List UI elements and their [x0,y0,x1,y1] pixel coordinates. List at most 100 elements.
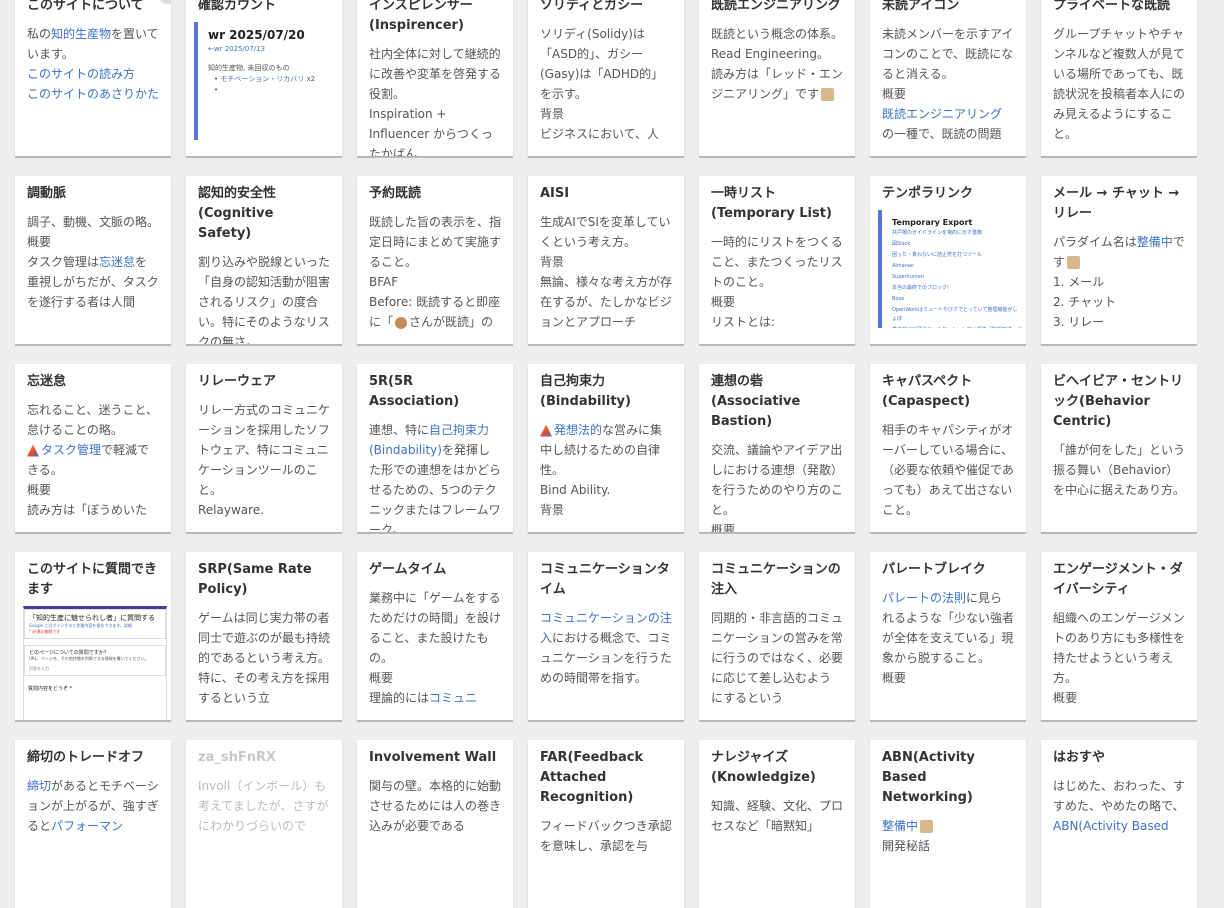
inline-link[interactable]: このサイトの読み方 [27,67,135,81]
excerpt-line: 既読という概念の体系。 [711,24,843,44]
excerpt-line: Read Engineering。 [711,44,843,64]
excerpt-text: 3. リレー [1053,315,1105,329]
page-card[interactable]: Involvement Wall 関与の壁。本格的に始動させるためには人の巻き込み… [357,740,513,908]
excerpt-text: 背景 [540,255,565,269]
page-card[interactable]: インスピレンサー(Inspirencer) 社内全体に対して継続的に改善や変革を啓… [357,0,513,156]
inline-link[interactable]: 既読エンジニアリング [882,107,1002,121]
page-card[interactable]: 自己拘束力(Bindability) 発想法的な営みに集中し続けるための自律性。 B… [528,364,684,532]
inline-link[interactable]: パレートの法則 [882,591,966,605]
page-card[interactable]: za_shFnRX Involl（インボール）も考えてましたが、さすがにわかりづら… [186,740,342,908]
card-excerpt: リレー方式のコミュニケーションを採用したソフトウェア、特にコミュニケーションツー… [186,392,342,520]
excerpt-line: グループチャットやチャンネルなど複数人が見ている場所であっても、既読状況を投稿者… [1053,24,1185,144]
inline-link[interactable]: 発想法的 [554,423,602,437]
idea-triangle-icon [27,444,39,457]
excerpt-line: 関与の壁。本格的に始動させるためには人の巻き込みが必要である [369,776,501,836]
page-card[interactable]: FAR(Feedback Attached Recognition) フィードバッ… [528,740,684,908]
page-card[interactable]: コミュニケーションタイム コミュニケーションの注入における概念で、コミュニケーショ… [528,552,684,720]
card-excerpt: 「誰が何をした」という振る舞い（Behavior）を中心に据えたあり方。 [1041,432,1197,500]
page-card[interactable]: ビヘイビア・セントリック(Behavior Centric) 「誰が何をした」とい… [1041,364,1197,532]
excerpt-line: 「誰が何をした」という振る舞い（Behavior）を中心に据えたあり方。 [1053,440,1185,500]
page-card[interactable]: 認知的安全性(Cognitive Safety) 割り込みや脱線といった「自身の認… [186,176,342,344]
card-title: コミュニケーションの注入 [711,562,841,597]
excerpt-text: ゲームは同じ実力帯の者同士で遊ぶのが最も持続的であるという考え方。特に、その考え… [198,611,331,705]
inline-link[interactable]: このサイトのあさりかた [27,87,159,101]
page-card[interactable]: パレートブレイク パレートの法則に見られるような「少ない強者が全体を支えている」現… [870,552,1026,720]
card-excerpt: 発想法的な営みに集中し続けるための自律性。 Bind Ability. 背景 [528,412,684,520]
excerpt-text: 「誰が何をした」という振る舞い（Behavior）を中心に据えたあり方。 [1053,443,1186,497]
inline-link[interactable]: 忘迷怠 [99,255,135,269]
page-card[interactable]: 調動脈 調子、動機、文脈の略。 概要 タスク管理は忘迷怠を重視しがちだが、タスクを遂行… [15,176,171,344]
card-title: キャパスペクト(Capaspect) [882,374,973,409]
excerpt-line: BFAF [369,272,501,292]
excerpt-text: Involl（インボール）も考えてましたが、さすがにわかりづらいので [198,779,329,833]
page-card[interactable]: テンポラリンク Temporary Export 共戸場のガイドラインを場的に示す書… [870,176,1026,344]
page-card[interactable]: 確認カウント wr 2025/07/20 ←wr 2025/07/13 知的生産物, … [186,0,342,156]
excerpt-text: 無論、様々な考え方が存在するが、たしかなビジョンとアプローチ [540,275,673,329]
page-card[interactable]: ゲームタイム 業務中に「ゲームをするためだけの時間」を設けること、また設けたもの。… [357,552,513,720]
card-title: 未読アイコン [882,0,960,13]
page-card[interactable]: ソリディとガシー ソリディ(Solidy)は「ASD的」、ガシー(Gasy)は「A… [528,0,684,156]
inline-link[interactable]: 締切 [27,779,51,793]
card-excerpt: ゲームは同じ実力帯の者同士で遊ぶのが最も持続的であるという考え方。特に、その考え… [186,600,342,708]
excerpt-text: 概要 [711,523,736,532]
inline-link[interactable]: 整備中 [1137,235,1173,249]
page-card[interactable]: キャパスペクト(Capaspect) 相手のキャパシティがオーバーしている場合に、… [870,364,1026,532]
form-required: * 必須の質問です [29,629,61,634]
page-card[interactable]: リレーウェア リレー方式のコミュニケーションを採用したソフトウェア、特にコミュニケ… [186,364,342,532]
card-excerpt: 業務中に「ゲームをするためだけの時間」を設けること、また設けたもの。 概要 理論的に… [357,580,513,708]
page-card[interactable]: ナレジャイズ(Knowledgize) 知識、経験、文化、プロセスなど「暗黙知」 [699,740,855,908]
card-excerpt: パレートの法則に見られるような「少ない強者が全体を支えている」現象から脱すること… [870,580,1026,688]
page-card[interactable]: ABN(Activity Based Networking) 整備中 開発秘話 [870,740,1026,908]
excerpt-line: 交流、議論やアイデア出しにおける連想（発散）を行うためのやり方のこと。 [711,440,843,520]
thumbnail-link: 基本的に口頭コミュニケーションでは報告「既報収送」が [878,324,1022,328]
excerpt-line: タスク管理は忘迷怠を重視しがちだが、タスクを遂行する者は人間 [27,252,159,312]
excerpt-line: 業務中に「ゲームをするためだけの時間」を設けること、また設けたもの。 [369,588,501,668]
page-card[interactable]: 連想の砦(Associative Bastion) 交流、議論やアイデア出しにおけ… [699,364,855,532]
page-card[interactable]: エンゲージメント・ダイバーシティ 組織へのエンゲージメントのあり方にも多様性を持た… [1041,552,1197,720]
thumbnail-bullet-empty: • [214,86,219,94]
excerpt-line: 概要 [1053,688,1185,708]
card-excerpt: 未読メンバーを示すアイコンのことで、既読になると消える。 概要 既読エンジニアリング… [870,16,1026,144]
excerpt-text: はじめた、おわった、すすめた、やめたの略で、 [1053,779,1186,813]
card-excerpt: 忘れること、迷うこと、怠けることの略。 タスク管理で軽減できる。 概要 読み方は「ぼう… [15,392,171,520]
inline-link[interactable]: タスク管理 [41,443,101,457]
page-card[interactable]: 予約既読 既読した旨の表示を、指定日時にまとめて実施すること。 BFAF Before… [357,176,513,344]
page-card[interactable]: AISI 生成AIでSIを変革していくという考え方。 背景 無論、様々な考え方が存在す… [528,176,684,344]
excerpt-text: 概要 [27,235,52,249]
page-card[interactable]: プライベートな既読 グループチャットやチャンネルなど複数人が見ている場所であっても… [1041,0,1197,156]
inline-link[interactable]: 整備中 [882,819,918,833]
inline-link[interactable]: パフォーマン [51,819,123,833]
card-title: インスピレンサー(Inspirencer) [369,0,473,33]
thumbnail-form-image: 「知的生産に魅せられし者」に質問する Google にログインすると作業内容を保存… [23,606,167,720]
page-card[interactable]: このサイトについて 私の知的生産物を置いています。 このサイトの読み方 このサイトのあ… [15,0,171,156]
card-excerpt: 既読という概念の体系。 Read Engineering。 読み方は「レッド・エンジ… [699,16,855,104]
card-title: 5R(5R Association) [369,374,460,409]
excerpt-line: 無論、様々な考え方が存在するが、たしかなビジョンとアプローチ [540,272,672,332]
page-card[interactable]: コミュニケーションの注入 同期的・非言語的コミュニケーションの営みを常に行うのでは… [699,552,855,720]
excerpt-line: 概要 [27,480,159,500]
excerpt-text: 概要 [882,87,907,101]
card-title: 確認カウント [198,0,277,13]
form-header-box: 「知的生産に魅せられし者」に質問する Google にログインすると作業内容を保存… [24,609,166,639]
page-card[interactable]: はおすや はじめた、おわった、すすめた、やめたの略で、 ABN(Activity B… [1041,740,1197,908]
page-card[interactable]: このサイトに質問できます 「知的生産に魅せられし者」に質問する Google にログ… [15,552,171,720]
inline-link[interactable]: コミュニ [429,691,477,705]
page-card[interactable]: SRP(Same Rate Policy) ゲームは同じ実力帯の者同士で遊ぶのが最… [186,552,342,720]
page-card[interactable]: 既読エンジニアリング 既読という概念の体系。 Read Engineering。 読み… [699,0,855,156]
excerpt-line: Involl（インボール）も考えてましたが、さすがにわかりづらいので [198,776,330,836]
page-card[interactable]: 未読アイコン 未読メンバーを示すアイコンのことで、既読になると消える。 概要 既読エン… [870,0,1026,156]
card-title: 忘迷怠 [27,374,67,389]
page-card[interactable]: メール → チャット → リレー パラダイム名は整備中です 1. メール 2. チャッ… [1041,176,1197,344]
page-card[interactable]: 5R(5R Association) 連想、特に自己拘束力(Bindability… [357,364,513,532]
thumbnail-link: OpenWorkはミュートやびクでとっていて整理機能がしょぼ [892,307,1018,322]
inline-link[interactable]: 知的生産物 [51,27,111,41]
page-card[interactable]: 一時リスト(Temporary List) 一時的にリストをつくること、またつくっ… [699,176,855,344]
form-footer: 質問内容をどうぞ * [28,686,73,692]
inline-link[interactable]: ABN(Activity Based [1053,819,1169,833]
excerpt-line: ビジネスにおいて、人 [540,124,672,144]
card-title: エンゲージメント・ダイバーシティ [1053,562,1183,597]
page-card[interactable]: 締切のトレードオフ 締切があるとモチベーションが上がるが、強すぎるとパフォーマン [15,740,171,908]
excerpt-line: 開発秘話 [882,836,1014,856]
excerpt-text: 背景 [540,107,565,121]
page-card[interactable]: 忘迷怠忘れること、迷うこと、怠けることの略。 タスク管理で軽減できる。 概要 読み方は… [15,364,171,532]
